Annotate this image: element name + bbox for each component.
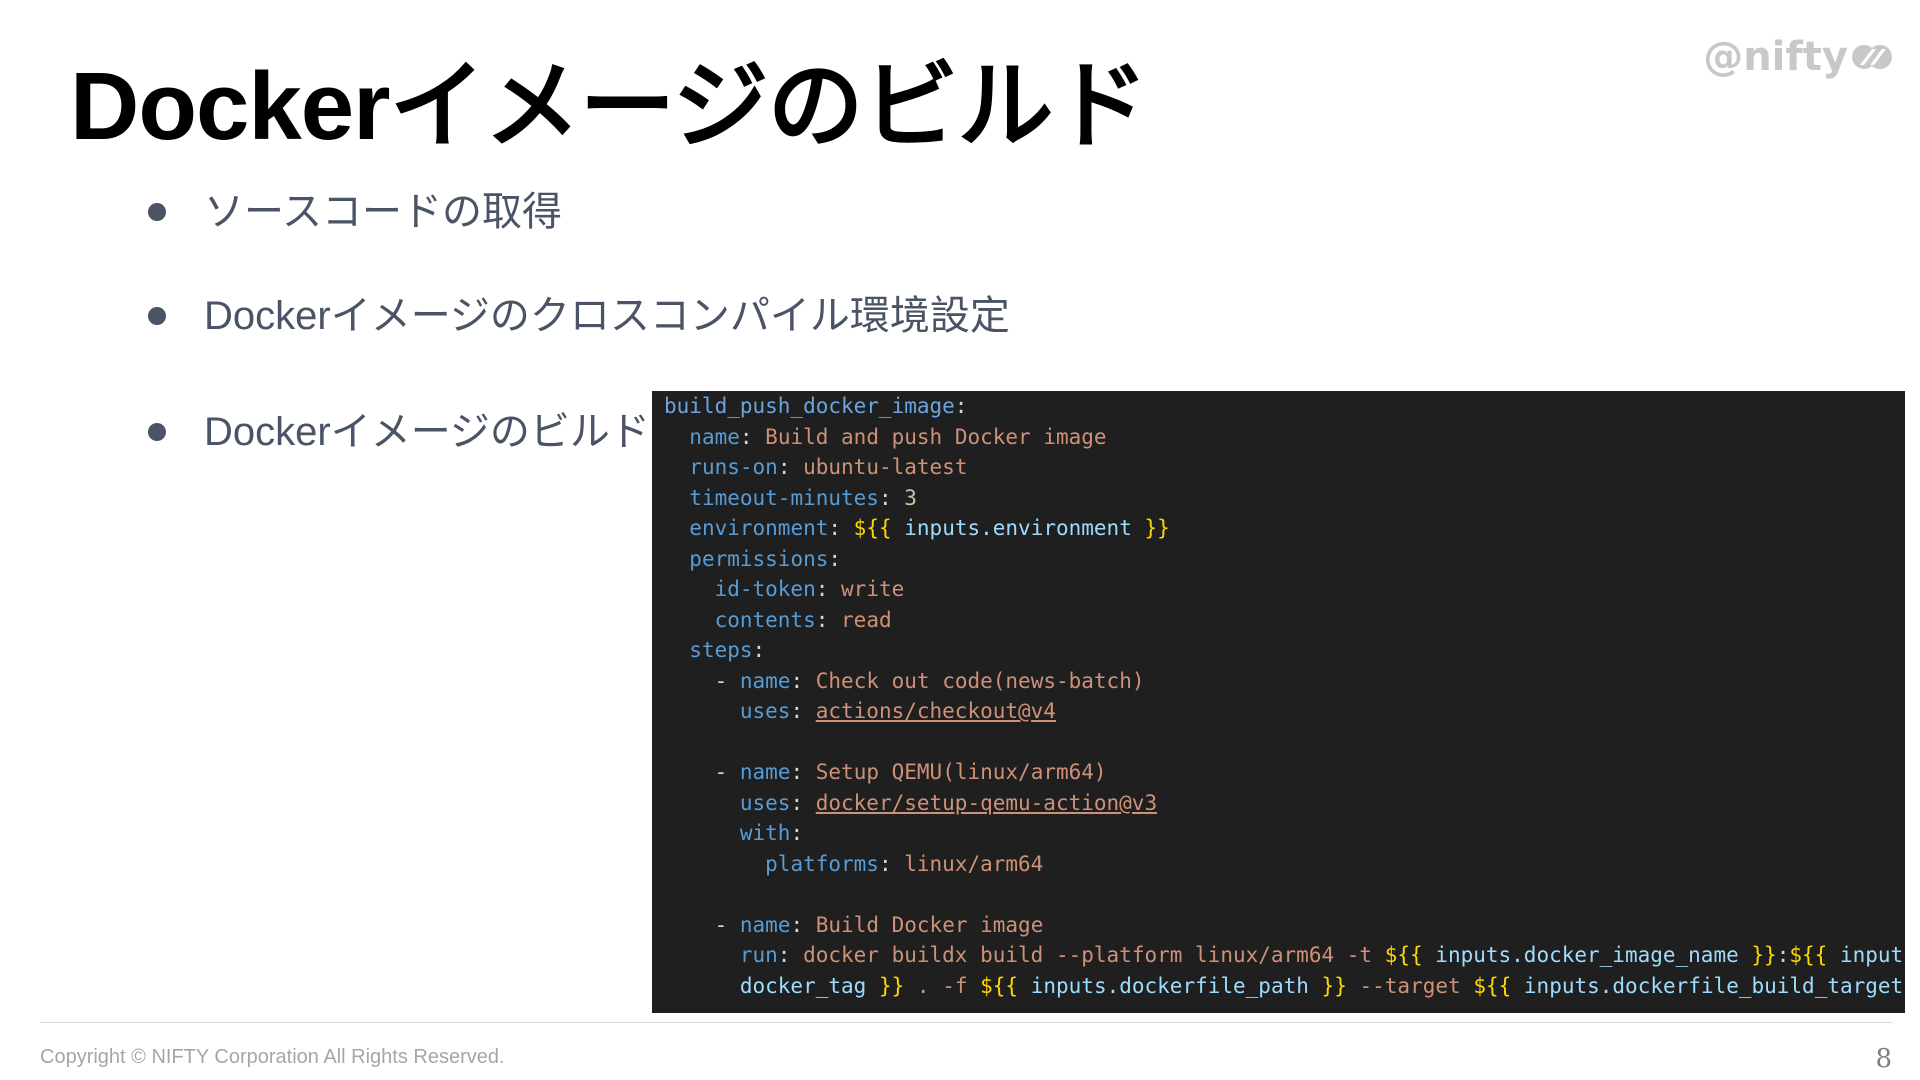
bullet-item: Dockerイメージのクロスコンパイル環境設定 bbox=[148, 291, 1010, 341]
nifty-logo-icon bbox=[1852, 45, 1892, 69]
bullet-text: Dockerイメージのビルド bbox=[204, 410, 650, 454]
footer-divider bbox=[40, 1022, 1892, 1023]
code-line: uses: docker/setup-qemu-action@v3 bbox=[739, 790, 1158, 815]
code-line: timeout-minutes: 3 bbox=[689, 485, 917, 510]
code-line: permissions: bbox=[689, 546, 842, 571]
code-line: contents: read bbox=[714, 607, 892, 632]
code-block: build_push_docker_image: name: Build and… bbox=[652, 391, 1905, 1013]
bullet-dot bbox=[148, 203, 166, 221]
bullet-text: ソースコードの取得 bbox=[204, 190, 562, 234]
code-line: uses: actions/checkout@v4 bbox=[739, 699, 1056, 723]
copyright-text: Copyright © NIFTY Corporation All Rights… bbox=[40, 1046, 505, 1068]
bullet-dot bbox=[148, 423, 166, 441]
bullet-item: ソースコードの取得 bbox=[148, 187, 562, 237]
code-line: platforms: linux/arm64 bbox=[765, 851, 1044, 876]
bullet-text: Dockerイメージのクロスコンパイル環境設定 bbox=[204, 294, 1010, 338]
bullet-item: Dockerイメージのビルド bbox=[148, 407, 650, 457]
code-line: environment: ${{ inputs.environment }} bbox=[689, 516, 1170, 540]
code-line: name: Build and push Docker image bbox=[689, 424, 1107, 449]
nifty-logo: @nifty bbox=[1703, 34, 1892, 80]
code-line: build_push_docker_image: bbox=[664, 394, 968, 418]
page-number: 8 bbox=[1875, 1044, 1892, 1074]
code-line: run: docker buildx build --platform linu… bbox=[739, 943, 1905, 967]
action-link[interactable]: actions/checkout@v4 bbox=[816, 699, 1056, 723]
code-line: - name: Build Docker image bbox=[714, 912, 1044, 937]
code-line: docker_tag }} . -f ${{ inputs.dockerfile… bbox=[739, 973, 1904, 998]
code-line: - name: Setup QEMU(linux/arm64) bbox=[714, 760, 1107, 784]
bullet-dot bbox=[148, 307, 166, 325]
code-line: steps: bbox=[689, 638, 766, 662]
slide-title: Dockerイメージのビルド bbox=[70, 53, 1149, 160]
action-link[interactable]: docker/setup-qemu-action@v3 bbox=[816, 791, 1157, 815]
code-line: with: bbox=[739, 821, 804, 845]
code-line: runs-on: ubuntu-latest bbox=[689, 455, 968, 479]
logo-text: @nifty bbox=[1703, 34, 1848, 80]
code-line: - name: Check out code(news-batch) bbox=[714, 668, 1145, 693]
code-line: id-token: write bbox=[714, 577, 905, 601]
